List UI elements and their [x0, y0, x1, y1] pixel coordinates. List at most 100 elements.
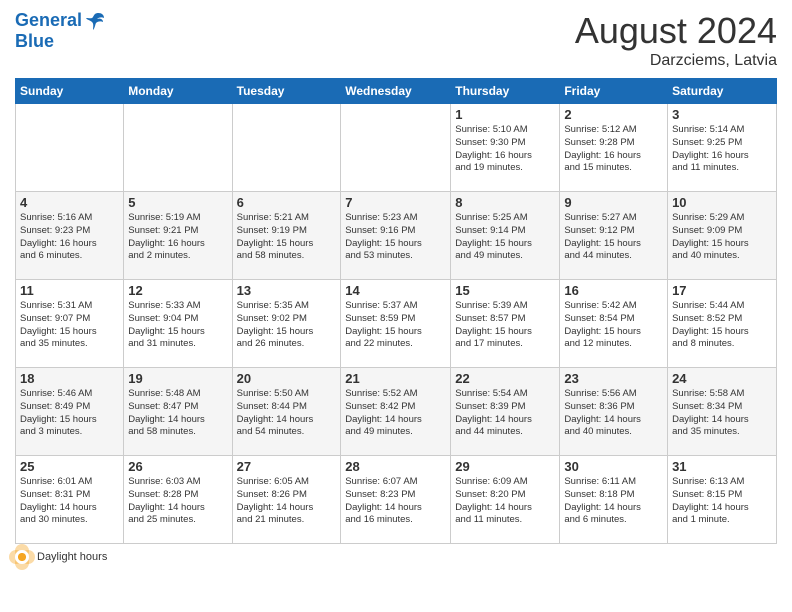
- day-info: Sunrise: 6:01 AM Sunset: 8:31 PM Dayligh…: [20, 476, 119, 527]
- day-info: Sunrise: 5:54 AM Sunset: 8:39 PM Dayligh…: [455, 388, 555, 439]
- calendar-row: 18Sunrise: 5:46 AM Sunset: 8:49 PM Dayli…: [16, 368, 777, 456]
- calendar-header: Sunday Monday Tuesday Wednesday Thursday…: [16, 79, 777, 104]
- calendar-cell: 10 Sunrise: 5:29 AM Sunset: 9:09 PM Dayli…: [668, 192, 777, 280]
- logo-bird-icon: [84, 10, 106, 32]
- day-number: 9: [564, 195, 663, 210]
- calendar-cell: 1 Sunrise: 5:10 AM Sunset: 9:30 PM Daylig…: [451, 104, 560, 192]
- day-number: 23: [564, 371, 663, 386]
- day-number: 2: [564, 107, 663, 122]
- day-number: 16: [564, 283, 663, 298]
- calendar-cell: 6Sunrise: 5:21 AM Sunset: 9:19 PM Daylig…: [232, 192, 341, 280]
- day-number: 27: [237, 459, 337, 474]
- calendar-cell: 28 Sunrise: 6:07 AM Sunset: 8:23 PM Dayli…: [341, 456, 451, 544]
- day-info: Sunrise: 5:12 AM Sunset: 9:28 PM Dayligh…: [564, 124, 663, 175]
- day-info: Sunrise: 6:07 AM Sunset: 8:23 PM Dayligh…: [345, 476, 446, 527]
- day-info: Sunrise: 5:52 AM Sunset: 8:42 PM Dayligh…: [345, 388, 446, 439]
- header-saturday: Saturday: [668, 79, 777, 104]
- calendar-cell: 21 Sunrise: 5:52 AM Sunset: 8:42 PM Dayli…: [341, 368, 451, 456]
- day-number: 28: [345, 459, 446, 474]
- calendar-cell: 18Sunrise: 5:46 AM Sunset: 8:49 PM Dayli…: [16, 368, 124, 456]
- calendar-row: 11Sunrise: 5:31 AM Sunset: 9:07 PM Dayli…: [16, 280, 777, 368]
- logo-text: General: [15, 10, 106, 32]
- header-tuesday: Tuesday: [232, 79, 341, 104]
- calendar-cell: 24Sunrise: 5:58 AM Sunset: 8:34 PM Dayli…: [668, 368, 777, 456]
- day-info: Sunrise: 5:10 AM Sunset: 9:30 PM Dayligh…: [455, 124, 555, 175]
- day-number: 31: [672, 459, 772, 474]
- day-number: 1: [455, 107, 555, 122]
- day-number: 29: [455, 459, 555, 474]
- calendar-cell: 22 Sunrise: 5:54 AM Sunset: 8:39 PM Dayli…: [451, 368, 560, 456]
- day-info: Sunrise: 6:03 AM Sunset: 8:28 PM Dayligh…: [128, 476, 227, 527]
- day-info: Sunrise: 6:05 AM Sunset: 8:26 PM Dayligh…: [237, 476, 337, 527]
- day-info: Sunrise: 5:44 AM Sunset: 8:52 PM Dayligh…: [672, 300, 772, 351]
- day-number: 19: [128, 371, 227, 386]
- calendar-cell: [341, 104, 451, 192]
- calendar-cell: 31 Sunrise: 6:13 AM Sunset: 8:15 PM Dayli…: [668, 456, 777, 544]
- day-info: Sunrise: 5:35 AM Sunset: 9:02 PM Dayligh…: [237, 300, 337, 351]
- day-number: 4: [20, 195, 119, 210]
- location-subtitle: Darzciems, Latvia: [575, 52, 777, 70]
- calendar-cell: 7 Sunrise: 5:23 AM Sunset: 9:16 PM Daylig…: [341, 192, 451, 280]
- day-number: 30: [564, 459, 663, 474]
- day-info: Sunrise: 5:37 AM Sunset: 8:59 PM Dayligh…: [345, 300, 446, 351]
- logo-blue: Blue: [15, 32, 106, 52]
- day-info: Sunrise: 5:48 AM Sunset: 8:47 PM Dayligh…: [128, 388, 227, 439]
- day-number: 8: [455, 195, 555, 210]
- title-block: August 2024 Darzciems, Latvia: [575, 10, 777, 70]
- day-info: Sunrise: 6:13 AM Sunset: 8:15 PM Dayligh…: [672, 476, 772, 527]
- page: General Blue August 2024 Darzciems, Latv…: [0, 0, 792, 612]
- day-number: 12: [128, 283, 227, 298]
- day-number: 13: [237, 283, 337, 298]
- calendar-row: 4 Sunrise: 5:16 AM Sunset: 9:23 PM Daylig…: [16, 192, 777, 280]
- calendar-body: 1 Sunrise: 5:10 AM Sunset: 9:30 PM Daylig…: [16, 104, 777, 544]
- header-thursday: Thursday: [451, 79, 560, 104]
- day-number: 25: [20, 459, 119, 474]
- calendar-cell: 3Sunrise: 5:14 AM Sunset: 9:25 PM Daylig…: [668, 104, 777, 192]
- calendar-cell: 16 Sunrise: 5:42 AM Sunset: 8:54 PM Dayli…: [560, 280, 668, 368]
- header-friday: Friday: [560, 79, 668, 104]
- day-number: 26: [128, 459, 227, 474]
- day-info: Sunrise: 5:42 AM Sunset: 8:54 PM Dayligh…: [564, 300, 663, 351]
- calendar-cell: [232, 104, 341, 192]
- day-number: 18: [20, 371, 119, 386]
- day-info: Sunrise: 5:56 AM Sunset: 8:36 PM Dayligh…: [564, 388, 663, 439]
- day-info: Sunrise: 5:25 AM Sunset: 9:14 PM Dayligh…: [455, 212, 555, 263]
- day-number: 6: [237, 195, 337, 210]
- calendar-cell: 5Sunrise: 5:19 AM Sunset: 9:21 PM Daylig…: [124, 192, 232, 280]
- day-number: 20: [237, 371, 337, 386]
- day-info: Sunrise: 5:50 AM Sunset: 8:44 PM Dayligh…: [237, 388, 337, 439]
- calendar-cell: 29Sunrise: 6:09 AM Sunset: 8:20 PM Dayli…: [451, 456, 560, 544]
- month-title: August 2024: [575, 10, 777, 52]
- calendar-cell: 12Sunrise: 5:33 AM Sunset: 9:04 PM Dayli…: [124, 280, 232, 368]
- header-wednesday: Wednesday: [341, 79, 451, 104]
- calendar-cell: 25 Sunrise: 6:01 AM Sunset: 8:31 PM Dayli…: [16, 456, 124, 544]
- calendar-cell: 26 Sunrise: 6:03 AM Sunset: 8:28 PM Dayli…: [124, 456, 232, 544]
- calendar-cell: 23 Sunrise: 5:56 AM Sunset: 8:36 PM Dayli…: [560, 368, 668, 456]
- day-header-row: Sunday Monday Tuesday Wednesday Thursday…: [16, 79, 777, 104]
- day-number: 21: [345, 371, 446, 386]
- calendar-cell: 27 Sunrise: 6:05 AM Sunset: 8:26 PM Dayli…: [232, 456, 341, 544]
- day-number: 24: [672, 371, 772, 386]
- calendar-cell: 11Sunrise: 5:31 AM Sunset: 9:07 PM Dayli…: [16, 280, 124, 368]
- calendar-cell: 20 Sunrise: 5:50 AM Sunset: 8:44 PM Dayli…: [232, 368, 341, 456]
- day-number: 5: [128, 195, 227, 210]
- day-info: Sunrise: 6:11 AM Sunset: 8:18 PM Dayligh…: [564, 476, 663, 527]
- calendar-row: 25 Sunrise: 6:01 AM Sunset: 8:31 PM Dayli…: [16, 456, 777, 544]
- day-number: 22: [455, 371, 555, 386]
- calendar-cell: 19 Sunrise: 5:48 AM Sunset: 8:47 PM Dayli…: [124, 368, 232, 456]
- calendar-cell: 14Sunrise: 5:37 AM Sunset: 8:59 PM Dayli…: [341, 280, 451, 368]
- header-monday: Monday: [124, 79, 232, 104]
- day-info: Sunrise: 5:16 AM Sunset: 9:23 PM Dayligh…: [20, 212, 119, 263]
- day-number: 10: [672, 195, 772, 210]
- day-number: 7: [345, 195, 446, 210]
- day-info: Sunrise: 5:23 AM Sunset: 9:16 PM Dayligh…: [345, 212, 446, 263]
- calendar-cell: [124, 104, 232, 192]
- calendar-cell: 17Sunrise: 5:44 AM Sunset: 8:52 PM Dayli…: [668, 280, 777, 368]
- calendar-table: Sunday Monday Tuesday Wednesday Thursday…: [15, 78, 777, 544]
- day-info: Sunrise: 5:29 AM Sunset: 9:09 PM Dayligh…: [672, 212, 772, 263]
- day-info: Sunrise: 5:27 AM Sunset: 9:12 PM Dayligh…: [564, 212, 663, 263]
- calendar-cell: 15Sunrise: 5:39 AM Sunset: 8:57 PM Dayli…: [451, 280, 560, 368]
- day-info: Sunrise: 5:39 AM Sunset: 8:57 PM Dayligh…: [455, 300, 555, 351]
- calendar-cell: 8 Sunrise: 5:25 AM Sunset: 9:14 PM Daylig…: [451, 192, 560, 280]
- day-info: Sunrise: 5:14 AM Sunset: 9:25 PM Dayligh…: [672, 124, 772, 175]
